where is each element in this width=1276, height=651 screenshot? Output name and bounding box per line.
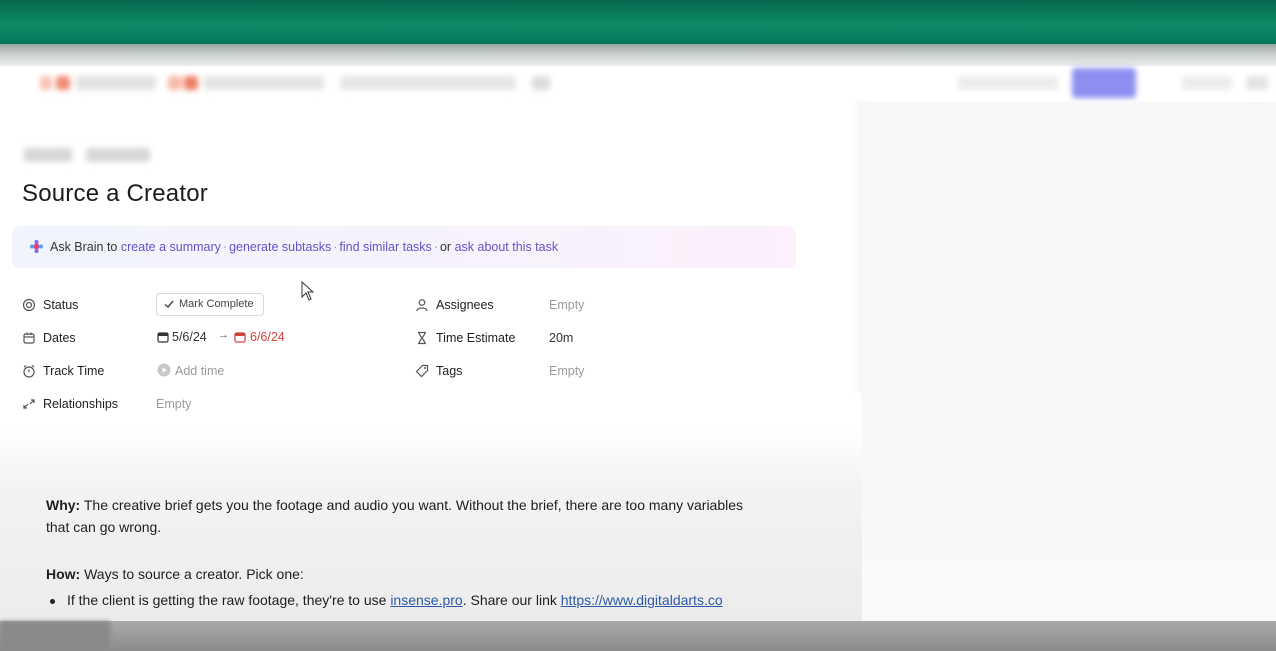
time-estimate-value[interactable]: 20m: [549, 331, 573, 345]
assignees-label: Assignees: [436, 298, 494, 312]
track-time-label: Track Time: [43, 364, 105, 378]
create-summary-link[interactable]: create a summary: [121, 240, 221, 254]
blurred-avatar: [1072, 68, 1136, 98]
mark-complete-button[interactable]: Mark Complete: [156, 293, 264, 316]
activity-panel: [862, 102, 1276, 621]
window-top-shadow: [0, 44, 1276, 66]
how-paragraph[interactable]: How: Ways to source a creator. Pick one:: [46, 566, 304, 582]
breadcrumb: [24, 148, 72, 162]
status-label: Status: [43, 298, 79, 312]
separator-dot: ·: [222, 240, 228, 254]
blurred-icon: [532, 76, 550, 90]
screen-bottom-bar: [0, 621, 1276, 651]
relationships-icon: [23, 399, 35, 409]
blurred-icon: [40, 76, 52, 90]
breadcrumb: [86, 148, 150, 162]
why-paragraph[interactable]: Why: The creative brief gets you the foo…: [46, 494, 766, 538]
due-date[interactable]: 6/6/24: [250, 330, 285, 344]
find-similar-tasks-link[interactable]: find similar tasks: [339, 240, 431, 254]
list-item: If the client is getting the raw footage…: [50, 592, 723, 608]
window-top-bar: [0, 0, 1276, 44]
calendar-icon: [23, 332, 35, 344]
blurred-icon: [168, 76, 182, 90]
bullet-text: If the client is getting the raw footage…: [67, 592, 391, 608]
check-icon: [164, 300, 174, 308]
ask-brain-line: Ask Brain to create a summary · generate s…: [50, 240, 558, 254]
start-date[interactable]: 5/6/24: [172, 330, 207, 344]
tag-icon: [415, 364, 429, 378]
start-date-icon: [157, 332, 169, 343]
blurred-label: [340, 76, 516, 90]
how-label: How:: [46, 566, 81, 582]
blurred-toolbar: [0, 66, 1276, 102]
blurred-icon: [1246, 76, 1268, 90]
or-text: or: [439, 240, 452, 254]
mark-complete-label: Mark Complete: [179, 298, 254, 310]
play-icon[interactable]: [157, 363, 171, 377]
assignee-icon: [416, 299, 428, 312]
blurred-label: [958, 76, 1058, 90]
blurred-label: [76, 76, 156, 90]
how-text: Ways to source a creator. Pick one:: [80, 566, 304, 582]
generate-subtasks-link[interactable]: generate subtasks: [229, 240, 331, 254]
blurred-label: [1182, 76, 1232, 90]
why-text: The creative brief gets you the footage …: [46, 497, 744, 535]
status-icon: [22, 298, 36, 312]
mouse-cursor-icon: [301, 281, 315, 301]
dates-label: Dates: [43, 331, 76, 345]
tags-label: Tags: [436, 364, 463, 378]
date-arrow: →: [218, 329, 229, 341]
digitaldarts-link[interactable]: https://www.digitaldarts.co: [561, 592, 723, 608]
bullet-text: . Share our link: [462, 592, 561, 608]
relationships-value[interactable]: Empty: [156, 397, 191, 411]
why-label: Why:: [46, 497, 81, 513]
screen-bottom-shadow: [0, 621, 110, 651]
brain-icon: [30, 240, 43, 253]
due-date-icon: [234, 332, 246, 343]
ask-about-task-link[interactable]: ask about this task: [455, 240, 559, 254]
tags-value[interactable]: Empty: [549, 364, 584, 378]
relationships-label: Relationships: [43, 397, 119, 411]
task-title[interactable]: Source a Creator: [22, 180, 208, 208]
blurred-icon: [184, 76, 198, 90]
blurred-icon: [56, 76, 70, 90]
time-estimate-label: Time Estimate: [436, 331, 516, 345]
bullet-dot: [50, 598, 55, 604]
separator-dot: ·: [433, 240, 438, 254]
blurred-label: [204, 76, 324, 90]
insense-link[interactable]: insense.pro: [390, 592, 462, 608]
hourglass-icon: [418, 331, 426, 345]
assignees-value[interactable]: Empty: [549, 298, 584, 312]
timer-icon: [23, 365, 35, 378]
add-time-button[interactable]: Add time: [175, 364, 224, 378]
ask-brain-prefix: Ask Brain to: [50, 240, 118, 254]
